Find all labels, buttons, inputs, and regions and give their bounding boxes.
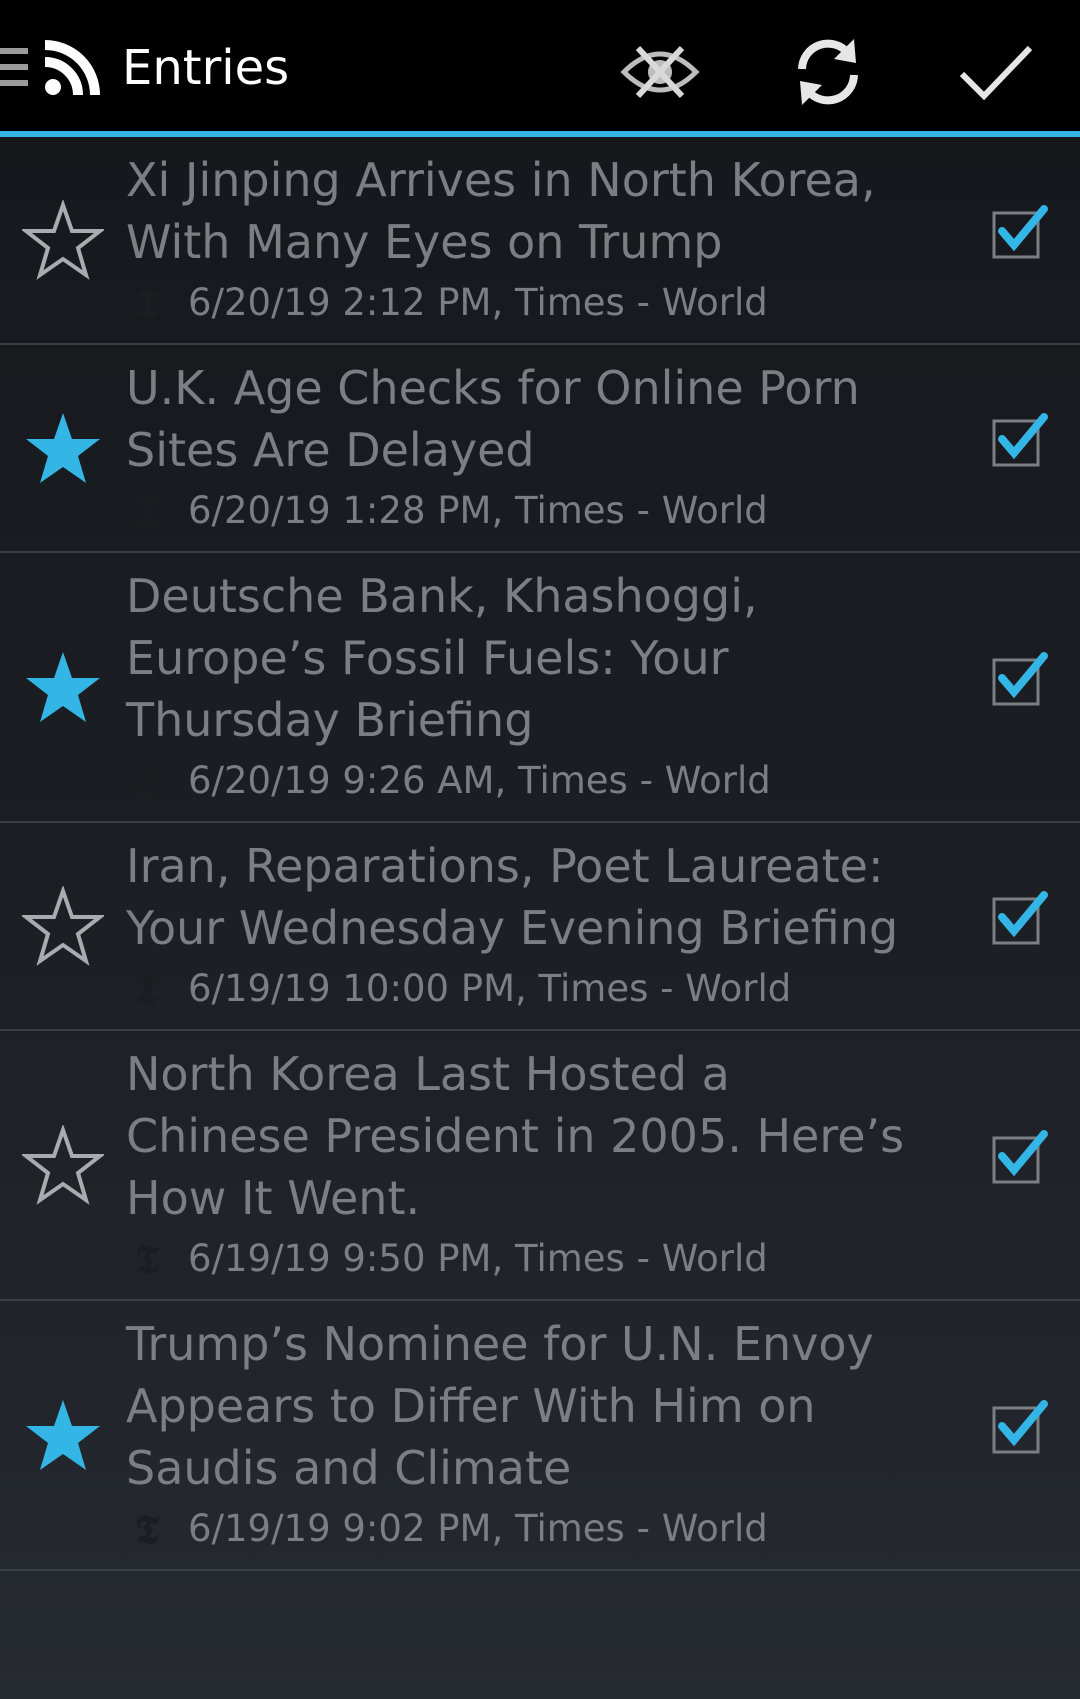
entry-meta: 𝕿 6/20/19 9:26 AM, Times - World <box>126 757 771 805</box>
entry-title-line: Sites Are Delayed <box>126 423 535 477</box>
read-checkbox[interactable] <box>990 1396 1050 1456</box>
times-logo-icon: 𝕿 <box>134 279 160 327</box>
hide-read-icon <box>620 45 700 99</box>
entry-title: Deutsche Bank, Khashoggi, Europe’s Fossil… <box>126 565 946 751</box>
entry-title-line: Europe’s Fossil Fuels: Your <box>126 631 729 685</box>
entry-meta: 𝕿 6/19/19 9:02 PM, Times - World <box>126 1505 768 1553</box>
entry-title-line: How It Went. <box>126 1171 421 1225</box>
times-logo-icon: 𝕿 <box>134 965 160 1013</box>
entry-title-line: Appears to Differ With Him on <box>126 1379 816 1433</box>
entry-row[interactable]: Deutsche Bank, Khashoggi, Europe’s Fossil… <box>0 553 1080 823</box>
read-checkbox[interactable] <box>990 409 1050 469</box>
mark-all-read-icon <box>959 45 1033 101</box>
entry-title: Xi Jinping Arrives in North Korea, With M… <box>126 149 946 273</box>
entry-title: North Korea Last Hosted a Chinese Preside… <box>126 1043 946 1229</box>
entry-title: Iran, Reparations, Poet Laureate: Your We… <box>126 835 946 959</box>
star-outline-icon[interactable] <box>22 1125 104 1207</box>
entry-title-line: North Korea Last Hosted a <box>126 1047 730 1101</box>
entry-row[interactable]: U.K. Age Checks for Online Porn Sites Are… <box>0 345 1080 553</box>
entry-list[interactable]: Xi Jinping Arrives in North Korea, With M… <box>0 137 1080 1571</box>
entry-title: Trump’s Nominee for U.N. Envoy Appears to… <box>126 1313 946 1499</box>
star-filled-icon[interactable] <box>22 1395 104 1477</box>
entry-date-source: 6/19/19 9:02 PM, Times - World <box>188 1507 768 1550</box>
times-logo-icon: 𝕿 <box>134 487 160 535</box>
star-outline-icon[interactable] <box>22 886 104 968</box>
menu-icon[interactable] <box>0 44 30 90</box>
read-checkbox[interactable] <box>990 201 1050 261</box>
entry-title-line: U.K. Age Checks for Online Porn <box>126 361 860 415</box>
read-checkbox[interactable] <box>990 887 1050 947</box>
entry-meta: 𝕿 6/20/19 2:12 PM, Times - World <box>126 279 768 327</box>
entry-meta: 𝕿 6/19/19 10:00 PM, Times - World <box>126 965 792 1013</box>
read-checkbox[interactable] <box>990 1126 1050 1186</box>
entry-title-line: Thursday Briefing <box>126 693 534 747</box>
star-filled-icon[interactable] <box>22 647 104 729</box>
times-logo-icon: 𝕿 <box>134 1235 160 1283</box>
hide-read-button[interactable] <box>612 24 708 120</box>
entry-date-source: 6/19/19 9:50 PM, Times - World <box>188 1237 768 1280</box>
entry-title: U.K. Age Checks for Online Porn Sites Are… <box>126 357 946 481</box>
times-logo-icon: 𝕿 <box>134 1505 160 1553</box>
star-outline-icon[interactable] <box>22 200 104 282</box>
entry-row[interactable]: Iran, Reparations, Poet Laureate: Your We… <box>0 823 1080 1031</box>
entry-title-line: Trump’s Nominee for U.N. Envoy <box>126 1317 874 1371</box>
entry-title-line: Iran, Reparations, Poet Laureate: <box>126 839 884 893</box>
entry-date-source: 6/20/19 9:26 AM, Times - World <box>188 759 771 802</box>
rss-icon[interactable] <box>44 40 100 96</box>
entry-row[interactable]: Xi Jinping Arrives in North Korea, With M… <box>0 137 1080 345</box>
entry-meta: 𝕿 6/20/19 1:28 PM, Times - World <box>126 487 768 535</box>
screen: Entries Xi Jinping Arrives in North Kore… <box>0 0 1080 1699</box>
read-checkbox[interactable] <box>990 648 1050 708</box>
mark-all-read-button[interactable] <box>948 24 1044 120</box>
action-bar: Entries <box>0 0 1080 137</box>
entry-date-source: 6/19/19 10:00 PM, Times - World <box>188 967 792 1010</box>
times-logo-icon: 𝕿 <box>134 757 160 805</box>
entry-row[interactable]: North Korea Last Hosted a Chinese Preside… <box>0 1031 1080 1301</box>
page-title: Entries <box>122 40 290 96</box>
entry-title-line: With Many Eyes on Trump <box>126 215 723 269</box>
entry-date-source: 6/20/19 2:12 PM, Times - World <box>188 281 768 324</box>
entry-title-line: Deutsche Bank, Khashoggi, <box>126 569 758 623</box>
entry-date-source: 6/20/19 1:28 PM, Times - World <box>188 489 768 532</box>
refresh-button[interactable] <box>780 24 876 120</box>
entry-row[interactable]: Trump’s Nominee for U.N. Envoy Appears to… <box>0 1301 1080 1571</box>
entry-title-line: Chinese President in 2005. Here’s <box>126 1109 905 1163</box>
entry-title-line: Saudis and Climate <box>126 1441 572 1495</box>
entry-meta: 𝕿 6/19/19 9:50 PM, Times - World <box>126 1235 768 1283</box>
entry-title-line: Your Wednesday Evening Briefing <box>126 901 899 955</box>
star-filled-icon[interactable] <box>22 408 104 490</box>
refresh-icon <box>798 39 858 105</box>
entry-title-line: Xi Jinping Arrives in North Korea, <box>126 153 876 207</box>
